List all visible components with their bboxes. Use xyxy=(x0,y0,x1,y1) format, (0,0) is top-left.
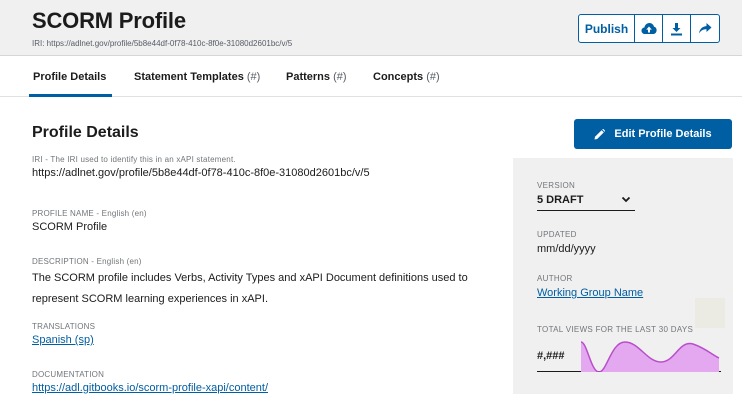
page-title: SCORM Profile xyxy=(32,8,186,33)
page-header: SCORM Profile IRI: https://adlnet.gov/pr… xyxy=(0,0,742,56)
updated-label: UPDATED xyxy=(537,230,577,239)
chevron-down-icon xyxy=(621,196,631,203)
description-value: The SCORM profile includes Verbs, Activi… xyxy=(32,272,468,305)
tab-statement-templates[interactable]: Statement Templates (#) xyxy=(134,71,260,83)
author-label: AUTHOR xyxy=(537,274,573,283)
edit-profile-details-button[interactable]: Edit Profile Details xyxy=(574,119,732,149)
iri-label: IRI - The IRI used to identify this in a… xyxy=(32,155,236,164)
tab-label: Patterns xyxy=(286,71,331,83)
tab-count: (#) xyxy=(246,71,261,83)
views-label: TOTAL VIEWS FOR THE LAST 30 DAYS xyxy=(537,325,694,334)
tab-concepts[interactable]: Concepts (#) xyxy=(373,71,440,83)
tab-profile-details[interactable]: Profile Details xyxy=(33,71,106,83)
profile-name-value: SCORM Profile xyxy=(32,221,108,233)
views-value: #,### xyxy=(537,350,565,362)
download-icon xyxy=(671,22,682,35)
translations-label: TRANSLATIONS xyxy=(32,322,96,331)
views-row: #,### xyxy=(537,338,721,372)
section-title: Profile Details xyxy=(32,124,139,141)
share-icon xyxy=(699,23,712,34)
cloud-upload-button[interactable] xyxy=(635,15,663,42)
documentation-link[interactable]: https://adl.gitbooks.io/scorm-profile-xa… xyxy=(32,382,268,394)
header-toolbar: Publish xyxy=(578,14,720,43)
decorative-box xyxy=(695,298,725,328)
views-sparkline xyxy=(581,341,720,372)
tab-count: (#) xyxy=(333,71,347,83)
tab-count: (#) xyxy=(426,71,440,83)
tab-label: Profile Details xyxy=(33,71,107,83)
cloud-upload-icon xyxy=(641,23,657,34)
profile-name-label: PROFILE NAME - English (en) xyxy=(32,209,147,218)
author-link[interactable]: Working Group Name xyxy=(537,287,643,299)
tab-label: Concepts xyxy=(373,71,424,83)
active-tab-indicator xyxy=(29,94,112,97)
tab-patterns[interactable]: Patterns (#) xyxy=(286,71,347,83)
description-label: DESCRIPTION - English (en) xyxy=(32,257,142,266)
version-value: 5 DRAFT xyxy=(537,194,584,206)
translation-link-spanish[interactable]: Spanish (sp) xyxy=(32,334,94,346)
download-button[interactable] xyxy=(663,15,691,42)
tab-label: Statement Templates xyxy=(134,71,244,83)
tab-bar: Profile Details Statement Templates (#) … xyxy=(0,57,742,97)
documentation-label: DOCUMENTATION xyxy=(32,370,105,379)
edit-button-label: Edit Profile Details xyxy=(614,128,712,140)
version-select[interactable]: 5 DRAFT xyxy=(537,194,635,211)
publish-button[interactable]: Publish xyxy=(579,15,635,42)
share-button[interactable] xyxy=(691,15,719,42)
pencil-icon xyxy=(594,128,606,139)
header-iri: IRI: https://adlnet.gov/profile/5b8e44df… xyxy=(32,39,293,48)
profile-meta-sidebar: VERSION 5 DRAFT UPDATED mm/dd/yyyy AUTHO… xyxy=(513,158,733,394)
version-label: VERSION xyxy=(537,181,576,190)
updated-value: mm/dd/yyyy xyxy=(537,243,596,255)
iri-value: https://adlnet.gov/profile/5b8e44df-0f78… xyxy=(32,167,370,179)
